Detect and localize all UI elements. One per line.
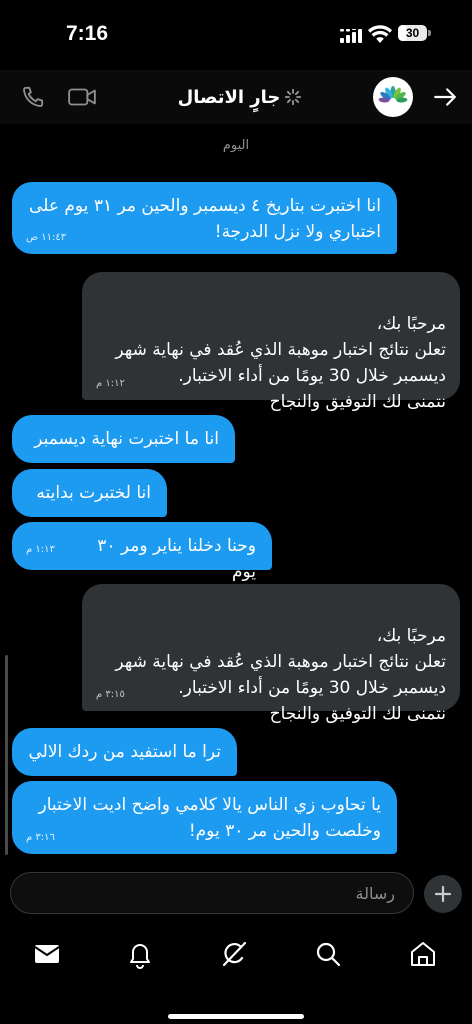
message-bubble-sent[interactable]: انا ما اختبرت نهاية ديسمبر <box>12 415 235 463</box>
contact-avatar[interactable] <box>373 77 413 117</box>
search-icon <box>316 942 341 967</box>
message-text: انا ما اختبرت نهاية ديسمبر <box>34 429 219 449</box>
message-bubble-sent[interactable]: انا اختبرت بتاريخ ٤ ديسمبر والحين مر ٣١ … <box>12 182 397 254</box>
message-text: انا لختبرت بدايته <box>36 483 151 503</box>
message-list[interactable]: اليوم انا اختبرت بتاريخ ٤ ديسمبر والحين … <box>0 124 472 864</box>
day-separator: اليوم <box>222 138 250 153</box>
phone-icon <box>23 86 44 107</box>
bell-icon <box>130 944 150 969</box>
message-text: مرحبًا بك، تعلن نتائج اختبار موهبة الذي … <box>115 626 446 724</box>
battery-indicator: 30 <box>398 25 432 43</box>
message-bubble-sent[interactable]: انا لختبرت بدايته <box>12 469 167 517</box>
message-timestamp: ٣:١٥ م <box>96 689 125 700</box>
logo-icon <box>378 86 408 103</box>
tab-notifications[interactable] <box>125 939 155 969</box>
back-arrow-icon <box>434 88 456 106</box>
signal-icon <box>340 29 362 43</box>
wifi-icon <box>368 25 392 43</box>
tab-home[interactable] <box>408 939 438 969</box>
grok-icon <box>222 941 247 967</box>
message-bubble-sent[interactable]: يا تحاوب زي الناس يالا كلامي واضح اديت ا… <box>12 781 397 854</box>
call-button[interactable] <box>20 84 46 110</box>
add-media-button[interactable] <box>424 875 462 913</box>
home-icon <box>411 942 435 966</box>
tab-messages[interactable] <box>32 939 62 969</box>
status-bar: 7:16 30 <box>0 0 472 70</box>
composer <box>0 864 472 926</box>
tab-search[interactable] <box>313 939 343 969</box>
plus-icon <box>434 885 452 903</box>
message-text: ترا ما استفيد من ردك الالي <box>28 742 222 762</box>
video-icon <box>68 88 96 106</box>
message-timestamp: ٣:١٦ م <box>26 832 55 843</box>
home-indicator <box>168 1014 304 1019</box>
connection-status: جارٍ الاتصال <box>150 84 330 110</box>
message-input[interactable] <box>10 872 414 914</box>
message-timestamp: ١:١٢ م <box>96 378 125 389</box>
back-button[interactable] <box>432 84 458 110</box>
message-bubble-sent[interactable]: وحنا دخلنا يناير ومر ٣٠ يوم ١:١٣ م <box>12 522 272 582</box>
spinner-icon <box>285 88 302 106</box>
message-timestamp: ١:١٣ م <box>26 544 55 555</box>
message-text: وحنا دخلنا يناير ومر ٣٠ يوم <box>97 536 256 582</box>
video-call-button[interactable] <box>67 84 97 110</box>
message-text: مرحبًا بك، تعلن نتائج اختبار موهبة الذي … <box>115 314 446 412</box>
message-bubble-received[interactable]: مرحبًا بك، تعلن نتائج اختبار موهبة الذي … <box>82 584 460 724</box>
tab-grok[interactable] <box>219 939 249 969</box>
message-text: انا اختبرت بتاريخ ٤ ديسمبر والحين مر ٣١ … <box>29 196 381 242</box>
message-bubble-sent[interactable]: ترا ما استفيد من ردك الالي <box>12 728 237 776</box>
status-time: 7:16 <box>66 22 109 45</box>
bottom-tab-bar <box>0 926 472 1024</box>
message-bubble-received[interactable]: مرحبًا بك، تعلن نتائج اختبار موهبة الذي … <box>82 272 460 412</box>
battery-level: 30 <box>405 26 420 40</box>
message-timestamp: ١١:٤٣ ص <box>26 232 67 243</box>
header-title: جارٍ الاتصال <box>177 86 281 108</box>
scrollbar[interactable] <box>5 655 8 855</box>
message-text: يا تحاوب زي الناس يالا كلامي واضح اديت ا… <box>38 795 381 841</box>
mail-icon <box>34 945 60 963</box>
